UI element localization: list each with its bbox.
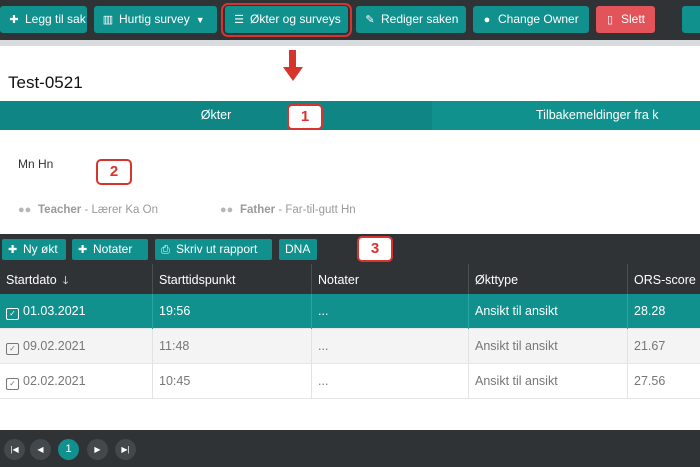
new-session-label: Ny økt <box>23 242 58 256</box>
cell-ors-score: 27.56 <box>634 374 666 388</box>
last-page-icon[interactable]: ▶| <box>115 439 136 460</box>
annotation-highlight <box>221 3 352 37</box>
column-header-start-time[interactable]: Starttidspunkt <box>153 264 312 294</box>
client-name: Mn Hn <box>18 157 54 171</box>
cell-start-date: ✓ 01.03.2021 <box>0 294 153 329</box>
user-icon: ● <box>483 14 491 26</box>
tab-sessions[interactable]: Økter <box>0 101 432 130</box>
relation-detail: Lærer Ka On <box>91 204 158 216</box>
relation-detail: Far-til-gutt Hn <box>285 204 356 216</box>
relation-father[interactable]: ●● Father - Far-til-gutt Hn <box>220 204 356 216</box>
cell-start-date: ✓ 09.02.2021 <box>0 329 153 364</box>
column-header-label: Notater <box>318 273 359 287</box>
relation-separator: - <box>81 204 92 216</box>
cell-session-type: Ansikt til ansikt <box>469 329 628 364</box>
new-session-button[interactable]: ✚ Ny økt <box>2 239 66 260</box>
session-toolbar: ✚ Ny økt ✚ Notater ⎙ Skriv ut rapport DNA <box>0 234 700 264</box>
tab-bar: Økter Tilbakemeldinger fra k <box>0 101 700 130</box>
plus-icon: ✚ <box>8 244 18 256</box>
quick-survey-label: Hurtig survey <box>119 12 190 26</box>
toolbar-divider <box>0 40 700 46</box>
edit-case-label: Rediger saken <box>381 12 459 26</box>
notes-button[interactable]: ✚ Notater <box>72 239 148 260</box>
column-header-label: ORS-score <box>634 273 696 287</box>
bar-chart-icon: ▥ <box>102 14 114 26</box>
tab-sessions-label: Økter <box>200 108 232 122</box>
notes-label: Notater <box>93 242 133 256</box>
previous-page-icon[interactable]: ◀ <box>30 439 51 460</box>
column-header-label: Startdato <box>6 273 57 287</box>
sort-down-icon: 🡓 <box>62 275 69 287</box>
tab-feedback[interactable]: Tilbakemeldinger fra k <box>536 101 700 130</box>
cell-ors-score: 21.67 <box>634 339 666 353</box>
caret-down-icon: ▼ <box>195 15 205 25</box>
annotation-arrow-shaft <box>289 50 296 68</box>
print-report-button[interactable]: ⎙ Skriv ut rapport <box>155 239 272 260</box>
calendar-check-icon: ✓ <box>6 378 19 390</box>
pagination-bar: |◀ ◀ 1 ▶ ▶| <box>0 430 700 467</box>
trash-icon: ▯ <box>606 14 614 26</box>
cell-start-time: 19:56 <box>153 294 312 329</box>
page-number-button[interactable]: 1 <box>58 439 79 460</box>
relation-role: Teacher <box>38 204 82 216</box>
annotation-badge-1: 1 <box>287 104 323 130</box>
cell-date-value: 01.03.2021 <box>23 304 86 318</box>
change-owner-button[interactable]: ● Change Owner <box>473 6 589 33</box>
print-report-label: Skriv ut rapport <box>176 242 258 256</box>
next-page-icon[interactable]: ▶ <box>87 439 108 460</box>
cell-notes: ... <box>312 294 469 329</box>
toolbar-overflow-button[interactable] <box>682 6 700 33</box>
print-icon: ⎙ <box>161 244 170 256</box>
cell-session-type: Ansikt til ansikt <box>469 364 628 399</box>
cell-notes: ... <box>312 364 469 399</box>
cell-start-time: 10:45 <box>153 364 312 399</box>
relation-teacher[interactable]: ●● Teacher - Lærer Ka On <box>18 204 158 216</box>
edit-case-button[interactable]: ✎ Rediger saken <box>356 6 466 33</box>
calendar-check-icon: ✓ <box>6 343 19 355</box>
cell-notes: ... <box>312 329 469 364</box>
annotation-badge-3: 3 <box>357 236 393 262</box>
column-header-session-type[interactable]: Økttype <box>469 264 628 294</box>
column-header-label: Starttidspunkt <box>159 273 236 287</box>
cell-start-time: 11:48 <box>153 329 312 364</box>
cell-session-type: Ansikt til ansikt <box>469 294 628 329</box>
plus-icon: ✚ <box>78 244 88 256</box>
edit-icon: ✎ <box>365 14 375 26</box>
cell-ors-score: 28.28 <box>634 304 666 318</box>
add-case-label: Legg til sak <box>25 12 86 26</box>
column-header-start-date[interactable]: Startdato 🡓 <box>0 264 153 294</box>
calendar-check-icon: ✓ <box>6 308 19 320</box>
quick-survey-button[interactable]: ▥ Hurtig survey ▼ <box>94 6 217 33</box>
relation-role: Father <box>240 204 276 216</box>
cell-date-value: 02.02.2021 <box>23 374 86 388</box>
user-group-icon: ●● <box>220 204 234 216</box>
plus-icon: ✚ <box>9 14 19 26</box>
user-group-icon: ●● <box>18 204 32 216</box>
column-header-label: Økttype <box>475 273 519 287</box>
add-case-button[interactable]: ✚ Legg til sak <box>0 6 87 33</box>
dna-button[interactable]: DNA <box>279 239 317 260</box>
delete-label: Slett <box>621 12 646 26</box>
tab-feedback-label: Tilbakemeldinger fra k <box>536 108 659 122</box>
cell-date-value: 09.02.2021 <box>23 339 86 353</box>
table-row[interactable]: ✓ 01.03.2021 19:56 ... Ansikt til ansikt … <box>0 294 700 329</box>
annotation-arrow-icon <box>283 67 303 81</box>
change-owner-label: Change Owner <box>498 12 579 26</box>
delete-button[interactable]: ▯ Slett <box>596 6 655 33</box>
table-header: Startdato 🡓 Starttidspunkt Notater Økttyp… <box>0 264 700 294</box>
column-header-ors-score[interactable]: ORS-score <box>628 264 700 294</box>
column-header-notes[interactable]: Notater <box>312 264 469 294</box>
dna-label: DNA <box>285 242 311 256</box>
table-row[interactable]: ✓ 09.02.2021 11:48 ... Ansikt til ansikt … <box>0 329 700 364</box>
table-row[interactable]: ✓ 02.02.2021 10:45 ... Ansikt til ansikt … <box>0 364 700 399</box>
relation-separator: - <box>275 204 286 216</box>
case-title: Test-0521 <box>8 73 83 92</box>
cell-start-date: ✓ 02.02.2021 <box>0 364 153 399</box>
annotation-badge-2: 2 <box>96 159 132 185</box>
first-page-icon[interactable]: |◀ <box>4 439 25 460</box>
